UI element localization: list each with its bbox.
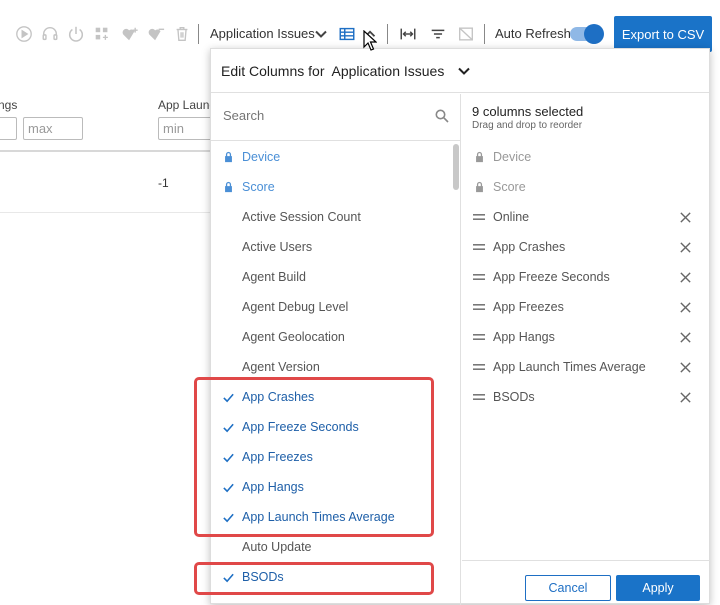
drag-handle-icon[interactable] [473, 331, 485, 343]
column-option: Device [211, 142, 451, 172]
selected-column[interactable]: App Hangs [462, 322, 710, 352]
max-filter-input[interactable]: max [23, 117, 83, 140]
lock-icon [473, 181, 485, 193]
drag-handle-icon[interactable] [473, 391, 485, 403]
trash-icon[interactable] [172, 24, 192, 44]
column-option[interactable]: Active Session Count [211, 202, 451, 232]
selected-columns: 9 columns selected Drag and drop to reor… [462, 94, 710, 605]
search-input[interactable] [223, 108, 423, 123]
drag-handle-icon[interactable] [473, 361, 485, 373]
remove-column-icon[interactable] [678, 330, 692, 344]
selected-column[interactable]: App Crashes [462, 232, 710, 262]
selected-column: Device [462, 142, 710, 172]
apply-button[interactable]: Apply [616, 575, 700, 601]
column-option-label: Agent Build [242, 270, 306, 284]
column-option[interactable]: Active Users [211, 232, 451, 262]
drag-handle-icon[interactable] [473, 211, 485, 223]
cancel-button[interactable]: Cancel [525, 575, 611, 601]
drag-handle-icon[interactable] [473, 241, 485, 253]
reorder-hint: Drag and drop to reorder [472, 120, 583, 131]
lock-icon [473, 151, 485, 163]
column-option-label: Auto Update [242, 540, 312, 554]
selected-column: Score [462, 172, 710, 202]
selected-column-label: Online [493, 210, 530, 224]
column-option-label: Active Session Count [242, 210, 361, 224]
panel-title-prefix: Edit Columns for [221, 63, 325, 79]
table-cell: -1 [158, 176, 169, 190]
heart-remove-icon[interactable] [146, 24, 166, 44]
selected-column-label: App Crashes [493, 240, 566, 254]
column-option-label: Agent Geolocation [242, 330, 345, 344]
headset-icon[interactable] [40, 24, 60, 44]
column-option: Score [211, 172, 451, 202]
selected-column-label: Device [493, 150, 532, 164]
remove-column-icon[interactable] [678, 300, 692, 314]
column-option-label: Device [242, 150, 281, 164]
panel-header: Edit Columns for Application Issues [211, 49, 709, 93]
selected-column[interactable]: App Freeze Seconds [462, 262, 710, 292]
column-option-label: Agent Version [242, 360, 320, 374]
search-row [211, 94, 461, 141]
grid-add-icon[interactable] [92, 24, 112, 44]
drag-handle-icon[interactable] [473, 301, 485, 313]
chevron-down-icon[interactable] [313, 26, 329, 42]
scrollbar[interactable] [453, 144, 459, 190]
column-option-label: Score [242, 180, 275, 194]
column-header-app-launch[interactable]: App Launc [158, 98, 215, 112]
heart-add-icon[interactable] [120, 24, 140, 44]
filter-lines-icon[interactable] [428, 24, 448, 44]
min-filter-input[interactable] [0, 117, 17, 140]
drag-handle-icon[interactable] [473, 271, 485, 283]
column-option-label: Active Users [242, 240, 313, 254]
selected-column-label: BSODs [493, 390, 535, 404]
selected-column[interactable]: App Freezes [462, 292, 710, 322]
export-csv-button[interactable]: Export to CSV [614, 16, 712, 52]
mouse-cursor-icon [363, 30, 377, 51]
remove-column-icon[interactable] [678, 210, 692, 224]
play-icon[interactable] [14, 24, 34, 44]
remove-column-icon[interactable] [678, 270, 692, 284]
fit-width-icon[interactable] [398, 24, 418, 44]
view-selector-label[interactable]: Application Issues [210, 26, 315, 41]
column-option[interactable]: Agent Geolocation [211, 322, 451, 352]
panel-view-name[interactable]: Application Issues [332, 63, 445, 79]
auto-refresh-toggle[interactable] [570, 24, 604, 44]
highlight-box [194, 562, 434, 595]
remove-column-icon[interactable] [678, 390, 692, 404]
min-filter-input[interactable]: min [158, 117, 218, 140]
column-option[interactable]: Agent Debug Level [211, 292, 451, 322]
table-row-divider [0, 212, 220, 213]
selected-column[interactable]: BSODs [462, 382, 710, 412]
chevron-down-icon[interactable] [456, 63, 472, 79]
selected-column-label: Score [493, 180, 526, 194]
selected-column[interactable]: Online [462, 202, 710, 232]
panel-footer: Cancel Apply [462, 560, 710, 605]
toolbar-divider [198, 24, 199, 44]
selected-column[interactable]: App Launch Times Average [462, 352, 710, 382]
toggle-knob [584, 24, 604, 44]
selected-count: 9 columns selected [472, 104, 584, 119]
column-option-label: Agent Debug Level [242, 300, 349, 314]
selected-column-label: App Hangs [493, 330, 555, 344]
column-option[interactable]: Agent Build [211, 262, 451, 292]
toolbar-divider [387, 24, 388, 44]
remove-column-icon[interactable] [678, 360, 692, 374]
highlight-box [194, 377, 434, 537]
column-header-settings[interactable]: ngs [0, 98, 17, 112]
remove-column-icon[interactable] [678, 240, 692, 254]
selected-column-label: App Freezes [493, 300, 564, 314]
toolbar-divider [484, 24, 485, 44]
selected-column-label: App Freeze Seconds [493, 270, 610, 284]
clear-filter-icon[interactable] [456, 24, 476, 44]
power-icon[interactable] [66, 24, 86, 44]
lock-icon [221, 150, 235, 164]
selected-column-label: App Launch Times Average [493, 360, 646, 374]
lock-icon [221, 180, 235, 194]
panel-title: Edit Columns for Application Issues [221, 63, 444, 79]
auto-refresh-label: Auto Refresh [495, 26, 571, 41]
table-header-divider [0, 150, 220, 152]
table-columns-icon[interactable] [337, 24, 357, 44]
search-icon[interactable] [435, 109, 449, 123]
